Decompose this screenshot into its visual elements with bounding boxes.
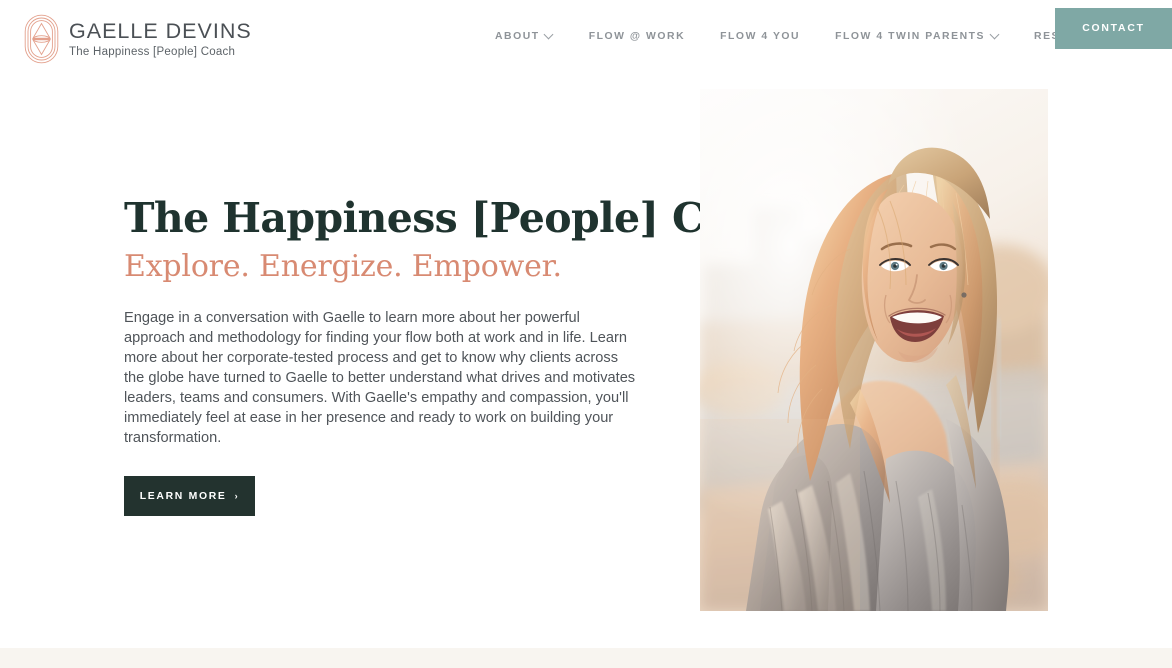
- brand-text: GAELLE DEVINS The Happiness [People] Coa…: [69, 18, 252, 60]
- footer-band: [0, 648, 1172, 668]
- nav-item-flow-4-twin-parents-label: FLOW 4 TWIN PARENTS: [835, 31, 986, 42]
- nav-item-flow-4-you-label: FLOW 4 YOU: [720, 31, 801, 42]
- learn-more-button[interactable]: LEARN MORE ›: [124, 476, 255, 516]
- hero-portrait-photo: [700, 89, 1048, 611]
- nav-item-about[interactable]: ABOUT: [495, 31, 554, 42]
- hero-paragraph: Engage in a conversation with Gaelle to …: [124, 310, 636, 446]
- brand-name: GAELLE DEVINS: [69, 19, 252, 43]
- hero-subtitle: Explore. Energize. Empower.: [124, 249, 562, 284]
- site-header: GAELLE DEVINS The Happiness [People] Coa…: [0, 0, 1172, 79]
- nav-item-flow-at-work-label: FLOW @ WORK: [588, 31, 686, 42]
- hero-copy: The Happiness [People] Coach Explore. En…: [124, 194, 811, 516]
- nav-item-flow-4-twin-parents[interactable]: FLOW 4 TWIN PARENTS: [835, 31, 999, 42]
- nav-item-about-label: ABOUT: [495, 31, 540, 42]
- main-navigation: ABOUT FLOW @ WORK FLOW 4 YOU FLOW 4 TWIN…: [495, 31, 1128, 42]
- nav-item-flow-at-work[interactable]: FLOW @ WORK: [589, 31, 685, 42]
- chevron-down-icon: [990, 31, 999, 40]
- hero-section: The Happiness [People] Coach Explore. En…: [0, 79, 1172, 648]
- brand-logo-link[interactable]: GAELLE DEVINS The Happiness [People] Coa…: [24, 14, 252, 64]
- brand-tagline: The Happiness [People] Coach: [69, 46, 236, 58]
- oval-monogram-icon: [24, 14, 59, 64]
- nav-item-flow-4-you[interactable]: FLOW 4 YOU: [720, 31, 800, 42]
- learn-more-label: LEARN MORE: [139, 490, 227, 502]
- page-root: GAELLE DEVINS The Happiness [People] Coa…: [0, 0, 1172, 668]
- arrow-right-icon: ›: [234, 490, 240, 501]
- chevron-down-icon: [545, 31, 554, 40]
- hero-title: The Happiness [People] Coach: [124, 194, 811, 242]
- contact-button[interactable]: CONTACT: [1055, 8, 1172, 49]
